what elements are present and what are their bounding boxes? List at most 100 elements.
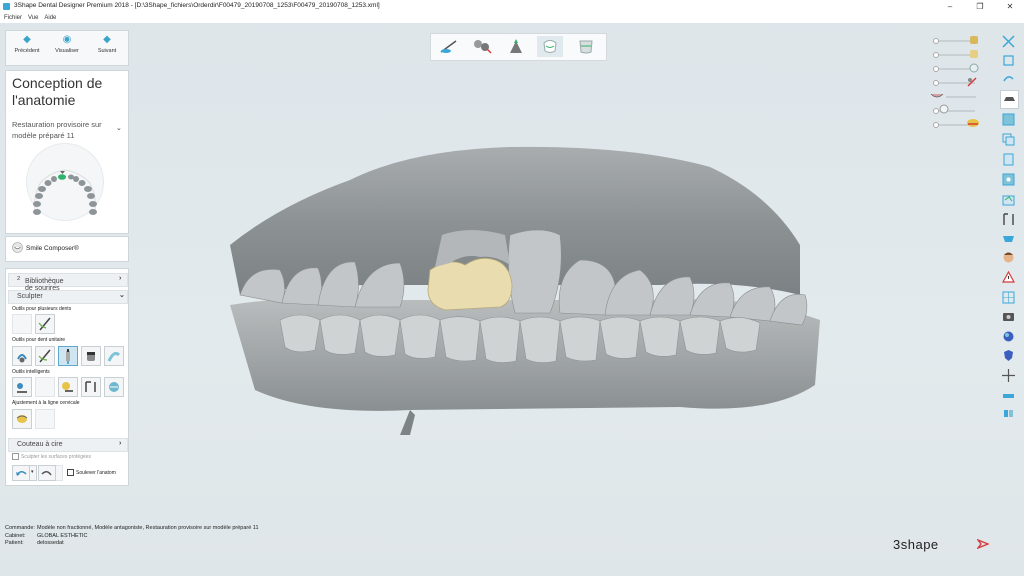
chevron-down-icon: ▾ (31, 469, 34, 475)
redo-menu-button[interactable] (55, 465, 63, 481)
command-key: Commande: (5, 525, 35, 531)
lower-tooth-icon (939, 104, 949, 114)
shield-button[interactable] (1000, 347, 1017, 364)
fit-button[interactable] (1000, 52, 1017, 69)
final-step-button[interactable] (573, 36, 599, 57)
minimize-button[interactable]: – (938, 0, 962, 13)
smile-library-header[interactable]: Bibliothèque de sourires 2 › (8, 273, 128, 292)
patient-key: Patient: (5, 540, 24, 546)
cervical-adjust-tool[interactable] (12, 409, 32, 429)
cut-step-button[interactable] (469, 36, 495, 57)
dental-model-3d[interactable] (210, 135, 835, 445)
spatula-icon (38, 317, 51, 331)
view-3-button[interactable] (1000, 151, 1017, 168)
prepare-step-button[interactable] (436, 36, 462, 57)
previous-button[interactable]: ◆ Précédent (7, 35, 47, 55)
raise-antagonist-label: Soulever l'anatom (76, 469, 116, 476)
checkbox-box[interactable] (12, 453, 19, 460)
next-button[interactable]: ◆ Suivant (87, 35, 127, 55)
spatula-icon (38, 349, 51, 363)
view-button[interactable]: ◉ Visualiser (47, 35, 87, 55)
smart-bracket-tool[interactable] (81, 377, 101, 397)
multi-move-tool[interactable] (12, 314, 32, 334)
menu-view[interactable]: Vue (28, 13, 38, 23)
slider-handle[interactable] (933, 52, 939, 58)
wizard-nav: ◆ Précédent ◉ Visualiser ◆ Suivant (5, 30, 129, 66)
menu-bar: Fichier Vue Aide (0, 13, 1024, 23)
smile-composer-row[interactable]: Smile Composer® (5, 236, 129, 262)
smart-morph-tool[interactable] (35, 377, 55, 397)
single-sculpt-tool[interactable] (35, 346, 55, 366)
warning-button[interactable] (1000, 269, 1017, 286)
checkbox-box[interactable] (67, 469, 74, 476)
view-3-icon (1003, 153, 1014, 166)
undo-menu-button[interactable]: ▾ (29, 465, 37, 481)
anatomy-step-button[interactable] (537, 36, 563, 57)
view-label: Visualiser (55, 48, 79, 54)
ruler-icon (1003, 394, 1014, 398)
sculpt-header[interactable]: Sculpter ⌄ (8, 290, 128, 304)
crown-icon (87, 352, 95, 361)
view-1-button[interactable] (1000, 111, 1017, 128)
slider-handle[interactable] (933, 66, 939, 72)
multi-tooth-tools-label: Outils pour plusieurs dents (12, 306, 72, 312)
view-toolbar (1000, 33, 1019, 418)
scan-icon (510, 39, 522, 53)
smart-adapt-tool[interactable] (58, 377, 78, 397)
app-logo-icon (3, 3, 10, 10)
restoration-icon (970, 50, 978, 58)
color-button[interactable] (1000, 328, 1017, 345)
restoration-subtitle[interactable]: Restauration provisoire sur modèle prépa… (12, 119, 112, 141)
step-panel: Conception de l'anatomie Restauration pr… (5, 70, 129, 234)
teeth-button[interactable] (1000, 405, 1017, 422)
rotate-button[interactable] (1000, 71, 1017, 88)
brand-arrow-icon (977, 539, 989, 549)
cervical-smooth-tool[interactable] (35, 409, 55, 429)
tooth-move-icon (17, 354, 27, 363)
multi-sculpt-tool[interactable] (35, 314, 55, 334)
view-2-icon (1002, 133, 1015, 146)
slider-handle[interactable] (933, 122, 939, 128)
raise-antagonist-checkbox[interactable]: Soulever l'anatom (67, 469, 116, 476)
redo-button[interactable] (38, 465, 56, 481)
tooth-view-button[interactable] (1000, 230, 1017, 247)
slider-jaw[interactable] (946, 96, 976, 98)
slider-handle[interactable] (933, 80, 939, 86)
slider-handle[interactable] (933, 38, 939, 44)
occlusion-icon (109, 382, 119, 392)
close-button[interactable]: ✕ (998, 0, 1022, 13)
next-label: Suivant (97, 48, 117, 54)
ruler-button[interactable] (1000, 386, 1017, 403)
single-smooth-tool[interactable] (104, 346, 124, 366)
single-move-tool[interactable] (12, 346, 32, 366)
maximize-button[interactable]: ❐ (968, 0, 992, 13)
smart-contact-tool[interactable] (12, 377, 32, 397)
smart-occlusion-tool[interactable] (104, 377, 124, 397)
tooth-selector[interactable] (26, 143, 104, 221)
grid-button[interactable] (1000, 289, 1017, 306)
cabinet-key: Cabinet: (5, 532, 26, 539)
gum-icon (969, 63, 979, 73)
single-crown-tool[interactable] (81, 346, 101, 366)
smile-icon (12, 242, 23, 253)
camera-button[interactable] (1000, 308, 1017, 325)
scan-step-button[interactable] (503, 36, 529, 57)
fullscreen-button[interactable] (1000, 33, 1017, 50)
undo-button[interactable] (12, 465, 30, 481)
view-4-button[interactable] (1000, 171, 1017, 188)
restoration-crown[interactable] (427, 257, 513, 311)
view-5-button[interactable] (1000, 191, 1017, 208)
menu-file[interactable]: Fichier (4, 13, 22, 23)
face-button[interactable] (1000, 249, 1017, 266)
view-2-button[interactable] (1000, 131, 1017, 148)
single-add-tool[interactable] (58, 346, 78, 366)
cross-button[interactable] (1000, 367, 1017, 384)
bracket-button[interactable] (1000, 211, 1017, 228)
hat-button[interactable] (1000, 90, 1019, 109)
menu-help[interactable]: Aide (44, 13, 56, 23)
command-value: Modèle non fractionné, Modèle antagonist… (37, 525, 259, 531)
chevron-down-icon[interactable]: ⌄ (116, 124, 122, 132)
cut-icon (474, 40, 492, 54)
sculpt-protected-checkbox[interactable]: Sculpter les surfaces protégées (12, 453, 91, 460)
wax-knife-header[interactable]: Couteau à cire › (8, 438, 128, 452)
